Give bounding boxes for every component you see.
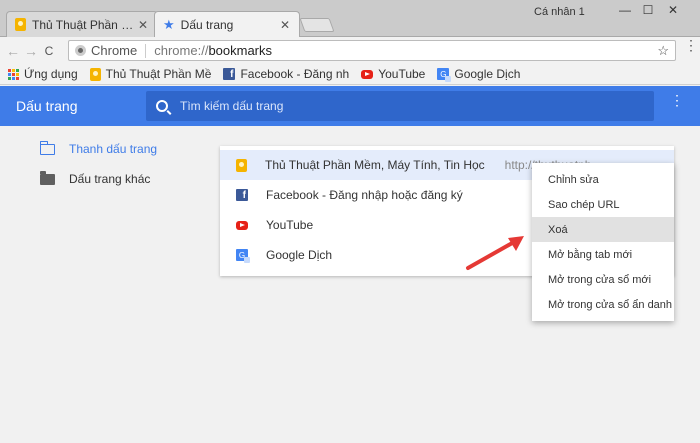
omnibox-label: Chrome	[91, 43, 138, 58]
youtube-icon	[236, 220, 248, 230]
sidebar-item-label: Thanh dấu trang	[69, 142, 158, 156]
folder-open-icon	[39, 140, 55, 155]
apps-grid-icon	[8, 68, 19, 80]
close-icon[interactable]: ✕	[137, 18, 149, 32]
menu-item-open-incognito[interactable]: Mở trong cửa sổ ẩn danh	[532, 292, 674, 317]
back-icon[interactable]: ←	[4, 43, 22, 59]
close-icon[interactable]: ✕	[279, 18, 291, 32]
google-translate-icon: G	[236, 249, 250, 263]
annotation-arrow-icon	[466, 236, 524, 270]
bookmark-bar-label: Thủ Thuật Phần Mề	[105, 67, 212, 81]
menu-item-edit[interactable]: Chỉnh sửa	[532, 167, 674, 192]
sidebar-item-bookmarks-bar[interactable]: Thanh dấu trang	[39, 140, 158, 156]
context-menu: Chỉnh sửa Sao chép URL Xoá Mở bằng tab m…	[532, 163, 674, 321]
bookmark-bar-label: Google Dịch	[454, 67, 521, 81]
menu-item-copy-url[interactable]: Sao chép URL	[532, 192, 674, 217]
tab-title: Dấu trang	[180, 18, 234, 32]
facebook-icon: f	[223, 68, 236, 80]
bookmark-bar-label: Facebook - Đăng nh	[240, 67, 350, 81]
thuthuat-icon	[236, 158, 247, 172]
menu-item-open-new-window[interactable]: Mở trong cửa sổ mới	[532, 267, 674, 292]
url-prefix: chrome://	[154, 43, 209, 58]
folder-icon	[40, 170, 55, 185]
star-icon: ★	[163, 17, 175, 32]
thuthuat-icon	[15, 18, 26, 31]
thuthuat-icon	[89, 67, 101, 81]
title-bar: Thủ Thuật Phần Mềm, Máy Tính, Tin Học ✕ …	[0, 0, 700, 38]
url-path: bookmarks	[208, 43, 273, 58]
bookmark-bar-label: Ứng dụng	[24, 67, 78, 81]
divider	[145, 43, 147, 58]
bookmark-bar-item-youtube[interactable]: YouTube	[361, 67, 425, 81]
menu-item-delete[interactable]: Xoá	[532, 217, 674, 242]
tab-bookmarks[interactable]: ★ Dấu trang ✕	[154, 11, 300, 38]
bookmark-bar-item-apps[interactable]: Ứng dụng	[8, 67, 78, 81]
window-close-icon[interactable]: ✕	[666, 3, 680, 17]
browser-menu-icon[interactable]: ⋮	[684, 38, 698, 52]
maximize-icon[interactable]: ☐	[641, 3, 655, 17]
bookmark-title: Thủ Thuật Phần Mềm, Máy Tính, Tin Học	[265, 158, 485, 172]
youtube-icon	[361, 69, 374, 79]
bookmark-bar: Ứng dụng Thủ Thuật Phần Mề f Facebook - …	[0, 64, 700, 85]
bookmark-bar-label: YouTube	[378, 67, 426, 81]
profile-button[interactable]: Cá nhân 1	[534, 6, 585, 18]
tab-title: Thủ Thuật Phần Mềm, Máy Tính, Tin Học	[32, 17, 137, 32]
facebook-icon: f	[236, 189, 248, 201]
bookmark-star-icon[interactable]: ☆	[657, 43, 669, 59]
sidebar-item-label: Dấu trang khác	[69, 172, 151, 186]
minimize-icon[interactable]: —	[618, 3, 632, 17]
more-options-icon[interactable]: ⋮	[670, 93, 684, 107]
bookmark-title: YouTube	[266, 218, 314, 232]
search-input[interactable]: Tìm kiếm dấu trang	[146, 91, 654, 121]
tab-thuthuat[interactable]: Thủ Thuật Phần Mềm, Máy Tính, Tin Học ✕	[6, 11, 158, 37]
toolbar: ← → C Chrome chrome:// bookmarks ☆	[0, 37, 700, 64]
page-title: Dấu trang	[16, 98, 78, 114]
bookmark-bar-item-google-translate[interactable]: G Google Dịch	[437, 67, 521, 82]
bookmark-bar-item-facebook[interactable]: f Facebook - Đăng nh	[223, 67, 349, 81]
menu-item-open-new-tab[interactable]: Mở bằng tab mới	[532, 242, 674, 267]
sidebar-item-other-bookmarks[interactable]: Dấu trang khác	[40, 170, 151, 186]
chrome-icon	[75, 45, 86, 56]
bookmark-title: Google Dịch	[266, 248, 333, 262]
forward-icon[interactable]: →	[22, 43, 40, 59]
new-tab-button[interactable]	[299, 18, 335, 32]
bookmarks-header: Dấu trang Tìm kiếm dấu trang ⋮	[0, 86, 700, 126]
google-translate-icon: G	[437, 68, 452, 82]
bookmark-bar-item-thuthuat[interactable]: Thủ Thuật Phần Mề	[89, 67, 212, 81]
reload-icon[interactable]: C	[40, 44, 58, 58]
search-placeholder: Tìm kiếm dấu trang	[180, 99, 284, 113]
search-icon	[156, 100, 168, 112]
address-bar[interactable]: Chrome chrome:// bookmarks ☆	[68, 40, 676, 61]
bookmark-title: Facebook - Đăng nhập hoặc đăng ký	[266, 188, 463, 202]
